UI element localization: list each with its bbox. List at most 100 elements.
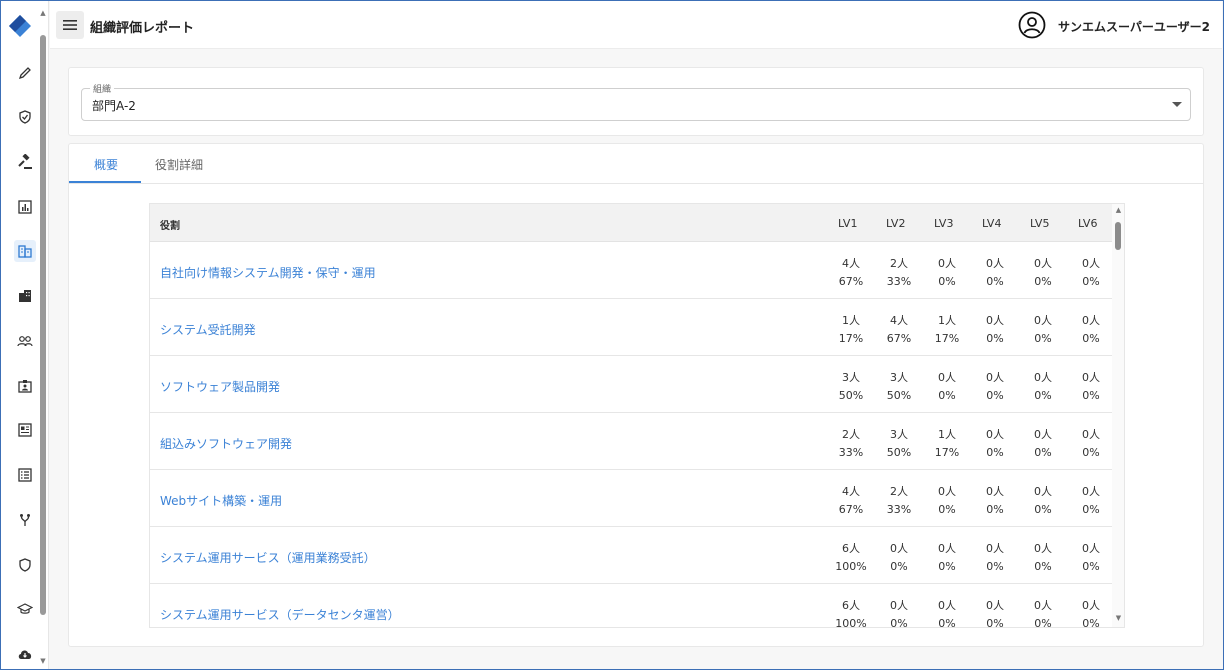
level-count: 0人: [890, 542, 908, 555]
level-percent: 0%: [938, 275, 956, 288]
level-count: 0人: [938, 371, 956, 384]
level-percent: 67%: [886, 332, 912, 345]
level-percent: 50%: [886, 389, 912, 402]
level-count: 0人: [986, 314, 1004, 327]
level-percent: 0%: [986, 389, 1004, 402]
level-cell-lv2: 0人 0%: [875, 597, 923, 627]
sidebar-scroll-thumb[interactable]: [40, 35, 46, 615]
level-cell-lv4: 0人 0%: [971, 483, 1019, 519]
dropdown-caret-icon: [1172, 102, 1182, 107]
level-percent: 0%: [890, 560, 908, 573]
table-scroll-thumb[interactable]: [1115, 222, 1121, 250]
level-cell-lv6: 0人 0%: [1067, 312, 1115, 348]
organization-card: 組織 部門A-2: [68, 67, 1204, 136]
level-cell-lv2: 2人 33%: [875, 483, 923, 519]
level-cell-lv2: 2人 33%: [875, 255, 923, 291]
level-percent: 0%: [1034, 503, 1052, 516]
column-header-role: 役割: [160, 221, 180, 232]
level-count: 0人: [938, 599, 956, 612]
level-count: 3人: [842, 371, 860, 384]
sidebar-scrollbar[interactable]: ▲ ▼: [39, 9, 47, 669]
level-percent: 0%: [938, 503, 956, 516]
level-cell-lv6: 0人 0%: [1067, 483, 1115, 519]
role-link[interactable]: システム運用サービス（運用業務受託）: [160, 549, 376, 566]
level-percent: 0%: [1034, 446, 1052, 459]
level-percent: 0%: [1082, 332, 1100, 345]
role-link[interactable]: システム運用サービス（データセンタ運営）: [160, 606, 400, 623]
role-link[interactable]: システム受託開発: [160, 321, 256, 338]
id-badge-icon[interactable]: [14, 375, 36, 397]
column-header-lv3: LV3: [934, 217, 954, 230]
level-percent: 100%: [835, 617, 867, 628]
shield-check-icon[interactable]: [14, 106, 36, 128]
scroll-down-icon[interactable]: ▼: [39, 657, 47, 665]
level-count: 4人: [842, 485, 860, 498]
organization-select[interactable]: 組織 部門A-2: [81, 82, 1191, 121]
table-row: システム運用サービス（データセンタ運営） 6人 100% 0人 0% 0人 0% 0人 0% 0人…: [150, 584, 1115, 628]
level-percent: 17%: [934, 332, 960, 345]
people-icon[interactable]: [14, 330, 36, 352]
table-row: 自社向け情報システム開発・保守・運用 4人 67% 2人 33% 0人 0% 0人 0% 0人 0%…: [150, 242, 1112, 299]
level-count: 0人: [1082, 485, 1100, 498]
organization-select-label: 組織: [90, 82, 115, 95]
role-link[interactable]: 自社向け情報システム開発・保守・運用: [160, 264, 376, 281]
profile-card-icon[interactable]: [14, 419, 36, 441]
role-link[interactable]: 組込みソフトウェア開発: [160, 435, 292, 452]
level-count: 0人: [1082, 371, 1100, 384]
tab-bar: 概要 役割詳細: [69, 144, 1203, 184]
tab-overview[interactable]: 概要: [94, 156, 118, 173]
level-cell-lv5: 0人 0%: [1019, 369, 1067, 405]
level-cell-lv5: 0人 0%: [1019, 255, 1067, 291]
level-percent: 50%: [838, 389, 864, 402]
role-link[interactable]: Webサイト構築・運用: [160, 492, 282, 509]
level-percent: 0%: [986, 332, 1004, 345]
level-cell-lv4: 0人 0%: [971, 426, 1019, 462]
level-count: 6人: [842, 599, 860, 612]
level-cell-lv3: 0人 0%: [923, 369, 971, 405]
scroll-up-icon[interactable]: ▲: [39, 9, 47, 17]
level-percent: 0%: [1034, 389, 1052, 402]
level-cell-lv1: 3人 50%: [827, 369, 875, 405]
tab-role-details[interactable]: 役割詳細: [155, 156, 203, 173]
buildings-icon[interactable]: [14, 285, 36, 307]
level-cell-lv5: 0人 0%: [1019, 483, 1067, 519]
level-count: 0人: [986, 599, 1004, 612]
hamburger-icon: [63, 20, 77, 30]
hamburger-menu-button[interactable]: [56, 11, 84, 39]
level-percent: 0%: [986, 446, 1004, 459]
level-count: 0人: [986, 485, 1004, 498]
shield-icon[interactable]: [14, 554, 36, 576]
level-count: 0人: [986, 257, 1004, 270]
table-scrollbar[interactable]: ▲ ▼: [1112, 204, 1124, 627]
graduation-cap-icon[interactable]: [14, 598, 36, 620]
app-logo[interactable]: [7, 13, 33, 39]
list-icon[interactable]: [14, 464, 36, 486]
gavel-icon[interactable]: [14, 151, 36, 173]
level-cell-lv6: 0人 0%: [1067, 597, 1115, 627]
account-circle-icon[interactable]: [1018, 11, 1046, 39]
table-scroll-up-icon[interactable]: ▲: [1112, 206, 1124, 214]
level-cell-lv2: 3人 50%: [875, 426, 923, 462]
level-count: 6人: [842, 542, 860, 555]
level-count: 0人: [1034, 599, 1052, 612]
table-scroll-down-icon[interactable]: ▼: [1112, 614, 1124, 622]
fork-icon[interactable]: [14, 509, 36, 531]
user-name[interactable]: サンエムスーパーユーザー2: [1058, 18, 1210, 35]
level-percent: 0%: [1082, 389, 1100, 402]
table-row: システム受託開発 1人 17% 4人 67% 1人 17% 0人 0% 0人 0% 0人 0%: [150, 299, 1112, 356]
level-percent: 0%: [986, 503, 1004, 516]
level-count: 0人: [938, 485, 956, 498]
bar-chart-icon[interactable]: [14, 196, 36, 218]
level-cell-lv6: 0人 0%: [1067, 255, 1115, 291]
level-cell-lv1: 4人 67%: [827, 483, 875, 519]
level-count: 1人: [938, 314, 956, 327]
pencil-icon[interactable]: [14, 62, 36, 84]
building-table-icon[interactable]: [14, 240, 36, 262]
column-header-lv6: LV6: [1078, 217, 1098, 230]
level-count: 2人: [842, 428, 860, 441]
level-cell-lv1: 1人 17%: [827, 312, 875, 348]
role-link[interactable]: ソフトウェア製品開発: [160, 378, 280, 395]
table-row: Webサイト構築・運用 4人 67% 2人 33% 0人 0% 0人 0% 0人 0% 0人 0%: [150, 470, 1112, 527]
cloud-download-icon[interactable]: [14, 643, 36, 665]
level-percent: 0%: [986, 560, 1004, 573]
